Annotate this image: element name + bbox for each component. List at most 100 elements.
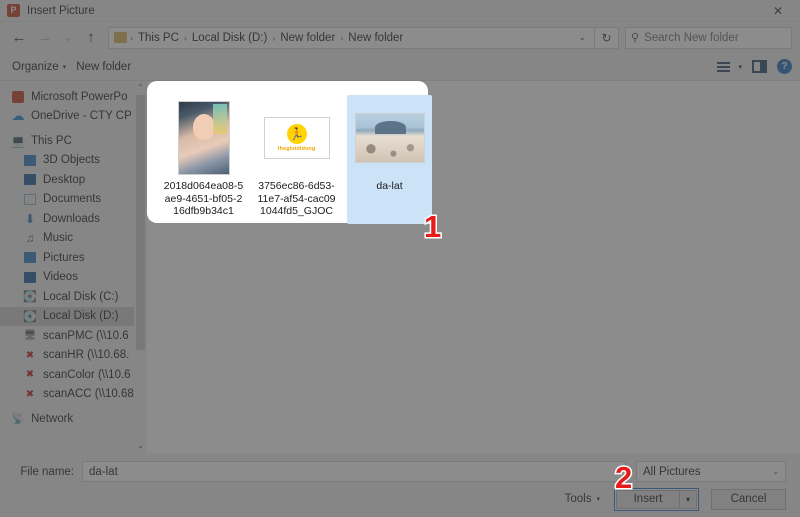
thumbnail bbox=[177, 100, 230, 176]
sidebar-scrollbar[interactable]: ⌃ ⌄ bbox=[134, 81, 147, 453]
file-name-row: File name: da-lat All Pictures ⌄ bbox=[14, 453, 786, 484]
up-button[interactable]: ↑ bbox=[78, 25, 104, 51]
sidebar-item-label: Documents bbox=[43, 193, 102, 206]
runner-glyph-icon: 🏃 bbox=[286, 124, 307, 144]
sidebar-item-documents[interactable]: Documents bbox=[0, 190, 147, 210]
sidebar-item-pictures[interactable]: Pictures bbox=[0, 248, 147, 268]
network-icon: 📡 bbox=[11, 413, 25, 426]
breadcrumb-item-this-pc[interactable]: This PC bbox=[134, 32, 183, 44]
file-name-label: 2018d064ea08-5ae9-4651-bf05-216dfb9b34c1 bbox=[163, 180, 244, 217]
sidebar-item-videos[interactable]: Videos bbox=[0, 268, 147, 288]
breadcrumb-item-new-folder-1[interactable]: New folder bbox=[276, 32, 339, 44]
scroll-up-icon[interactable]: ⌃ bbox=[137, 81, 144, 95]
file-list-spotlight[interactable]: 2018d064ea08-5ae9-4651-bf05-216dfb9b34c1… bbox=[147, 81, 432, 224]
sidebar-item-label: Pictures bbox=[43, 251, 85, 264]
refresh-button[interactable]: ↻ bbox=[595, 26, 619, 49]
chevron-down-icon: ▾ bbox=[62, 63, 67, 71]
breadcrumb-item-new-folder-2[interactable]: New folder bbox=[344, 32, 407, 44]
sidebar-item-3d-objects[interactable]: 3D Objects bbox=[0, 151, 147, 171]
sidebar-item-label: Microsoft PowerPo bbox=[31, 90, 128, 103]
file-list-panel[interactable]: 2018d064ea08-5ae9-4651-bf05-216dfb9b34c1… bbox=[147, 81, 800, 453]
onedrive-icon: ☁ bbox=[11, 108, 25, 124]
sidebar-item-downloads[interactable]: ⬇ Downloads bbox=[0, 209, 147, 229]
help-icon[interactable]: ? bbox=[777, 59, 792, 74]
scroll-down-icon[interactable]: ⌄ bbox=[137, 439, 144, 453]
sidebar-item-music[interactable]: ♫ Music bbox=[0, 229, 147, 249]
new-folder-button[interactable]: New folder bbox=[76, 61, 141, 73]
thumbnail: 🏃 thegioididong bbox=[263, 100, 330, 176]
sidebar-item-scancolor[interactable]: ✖ scanColor (\\10.6 bbox=[0, 365, 147, 385]
view-options-icon bbox=[717, 60, 733, 74]
file-tiles: 2018d064ea08-5ae9-4651-bf05-216dfb9b34c1… bbox=[161, 95, 432, 224]
tools-button[interactable]: Tools ▾ bbox=[565, 493, 600, 505]
file-tile[interactable]: 🏃 thegioididong 3756ec86-6d53-11e7-af54-… bbox=[254, 95, 339, 224]
portrait-photo-thumbnail bbox=[177, 101, 230, 175]
annotation-marker-2: 2 bbox=[613, 460, 633, 495]
desktop-icon bbox=[22, 172, 38, 188]
search-input[interactable]: ⚲ Search New folder bbox=[625, 26, 792, 49]
window-title: Insert Picture bbox=[27, 4, 95, 17]
sidebar-item-local-disk-d[interactable]: 💽 Local Disk (D:) bbox=[0, 306, 147, 326]
sidebar-item-label: scanACC (\\10.68 bbox=[43, 388, 134, 401]
file-name-input[interactable]: da-lat bbox=[82, 461, 626, 482]
forward-button[interactable]: → bbox=[32, 25, 58, 51]
thumbnail bbox=[354, 100, 425, 176]
breadcrumb[interactable]: › This PC › Local Disk (D:) › New folder… bbox=[108, 26, 595, 49]
cancel-button[interactable]: Cancel bbox=[711, 488, 786, 510]
drive-icon: 💽 bbox=[23, 291, 37, 304]
scrollbar-track[interactable] bbox=[134, 95, 147, 439]
view-options-button[interactable]: ▾ bbox=[717, 60, 742, 74]
file-tile[interactable]: 2018d064ea08-5ae9-4651-bf05-216dfb9b34c1 bbox=[161, 95, 246, 224]
chevron-down-icon: ⌄ bbox=[772, 467, 779, 476]
command-bar-right: ▾ ? bbox=[717, 59, 792, 74]
command-bar: Organize ▾ New folder ▾ ? bbox=[0, 53, 800, 81]
sidebar-item-local-disk-c[interactable]: 💽 Local Disk (C:) bbox=[0, 287, 147, 307]
preview-pane-icon[interactable] bbox=[752, 60, 767, 73]
sidebar-item-label: Downloads bbox=[43, 212, 100, 225]
network-drive-disconnected-icon: ✖ bbox=[25, 369, 35, 381]
scrollbar-thumb[interactable] bbox=[136, 95, 145, 350]
action-buttons-row: Tools ▾ Insert ▾ Cancel bbox=[14, 484, 786, 514]
drive-icon: 💽 bbox=[23, 310, 37, 323]
sidebar-item-this-pc[interactable]: 💻 This PC bbox=[0, 131, 147, 151]
downloads-icon: ⬇ bbox=[24, 211, 36, 226]
navigation-sidebar: Microsoft PowerPo ☁ OneDrive - CTY CP 💻 … bbox=[0, 81, 147, 453]
network-drive-icon: 🖥 bbox=[23, 330, 37, 342]
insert-picture-dialog: Insert Picture ✕ ← → ⌄ ↑ › This PC › Loc… bbox=[0, 0, 800, 517]
file-name-label: 3756ec86-6d53-11e7-af54-cac091044fd5_GJO… bbox=[257, 180, 336, 217]
sidebar-item-scanpmc[interactable]: 🖥 scanPMC (\\10.6 bbox=[0, 326, 147, 346]
search-placeholder: Search New folder bbox=[644, 31, 739, 44]
this-pc-icon: 💻 bbox=[10, 133, 26, 148]
videos-icon bbox=[22, 269, 38, 285]
breadcrumb-item-local-disk-d[interactable]: Local Disk (D:) bbox=[188, 32, 271, 44]
navigation-bar: ← → ⌄ ↑ › This PC › Local Disk (D:) › Ne… bbox=[0, 22, 800, 53]
sidebar-item-label: scanHR (\\10.68. bbox=[43, 349, 130, 362]
sidebar-item-label: Music bbox=[43, 232, 74, 245]
logo-text: thegioididong bbox=[277, 146, 316, 152]
3d-objects-icon bbox=[22, 152, 38, 168]
recent-locations-button[interactable]: ⌄ bbox=[58, 25, 78, 51]
powerpoint-icon bbox=[7, 3, 20, 17]
back-button[interactable]: ← bbox=[6, 25, 32, 51]
chevron-down-icon[interactable]: ⌄ bbox=[572, 32, 592, 43]
sidebar-item-microsoft-powerpoint[interactable]: Microsoft PowerPo bbox=[0, 87, 147, 107]
sidebar-item-onedrive[interactable]: ☁ OneDrive - CTY CP bbox=[0, 107, 147, 127]
annotation-marker-1: 1 bbox=[422, 209, 442, 244]
documents-icon bbox=[22, 191, 38, 207]
file-name-label: File name: bbox=[20, 465, 74, 478]
sidebar-item-label: 3D Objects bbox=[43, 154, 100, 167]
file-tile-selected[interactable]: da-lat bbox=[347, 95, 432, 224]
sidebar-item-scanacc[interactable]: ✖ scanACC (\\10.68 bbox=[0, 385, 147, 405]
close-icon[interactable]: ✕ bbox=[756, 0, 800, 22]
new-folder-label: New folder bbox=[76, 60, 132, 73]
sidebar-item-label: Desktop bbox=[43, 173, 86, 186]
music-icon: ♫ bbox=[25, 231, 35, 246]
pictures-icon bbox=[22, 250, 38, 266]
insert-dropdown-button[interactable]: ▾ bbox=[680, 489, 697, 509]
organize-button[interactable]: Organize ▾ bbox=[12, 61, 76, 73]
sidebar-item-scanhr[interactable]: ✖ scanHR (\\10.68. bbox=[0, 346, 147, 366]
sidebar-item-desktop[interactable]: Desktop bbox=[0, 170, 147, 190]
file-type-filter-select[interactable]: All Pictures ⌄ bbox=[636, 461, 786, 482]
sidebar-item-network[interactable]: 📡 Network bbox=[0, 409, 147, 429]
sidebar-item-label: Videos bbox=[43, 271, 78, 284]
